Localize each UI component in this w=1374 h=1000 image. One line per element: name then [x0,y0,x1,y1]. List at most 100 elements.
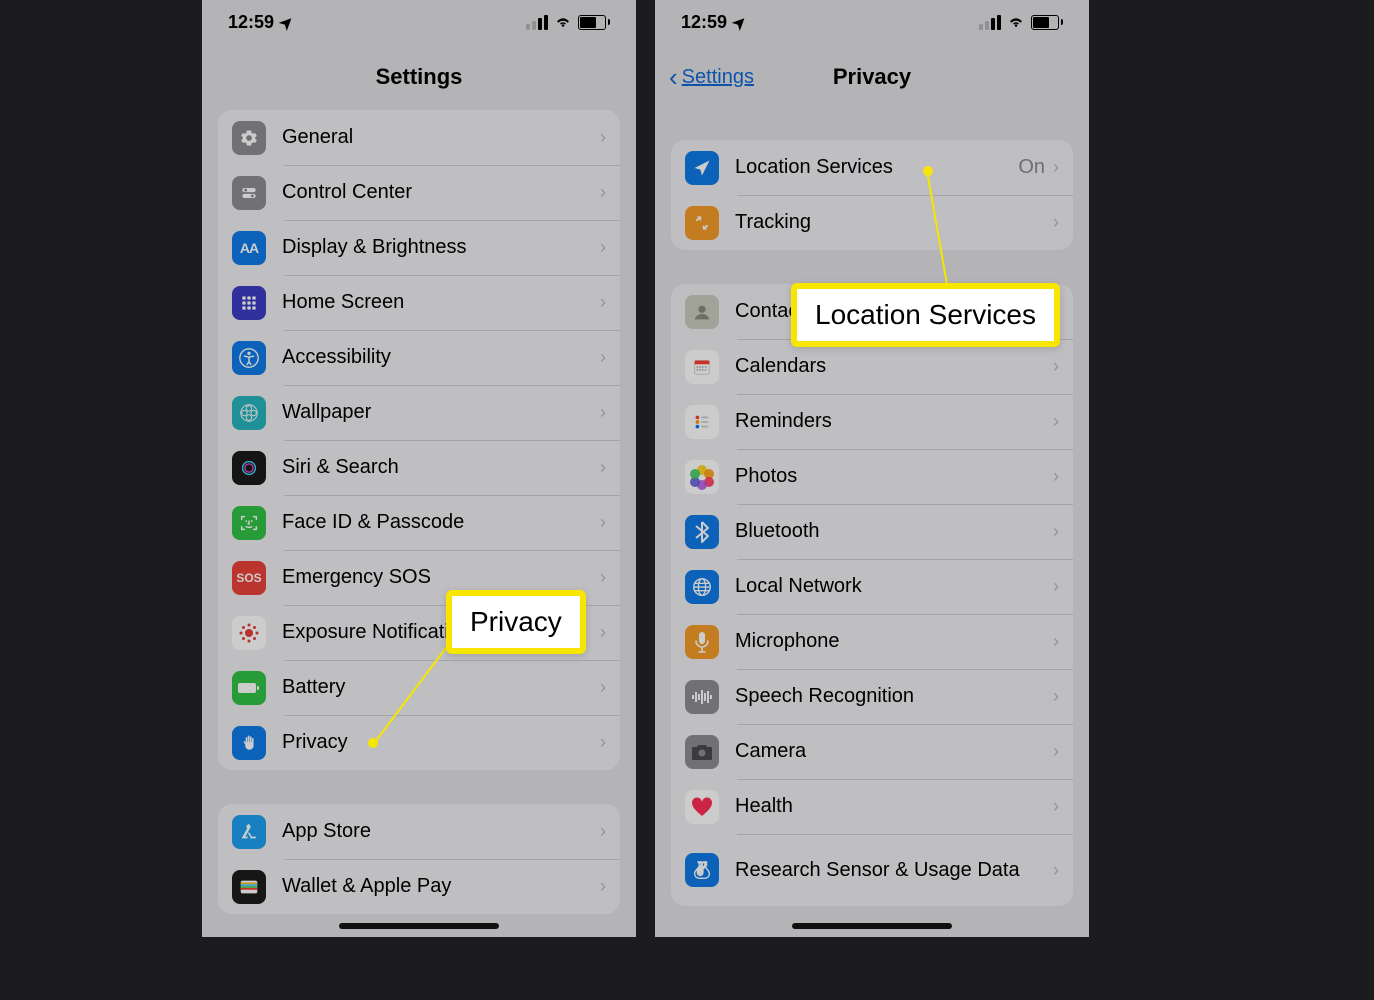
chevron-right-icon: › [600,292,606,313]
row-label: Face ID & Passcode [282,511,600,534]
row-label: Emergency SOS [282,566,600,589]
row-label: General [282,126,600,149]
row-label: Camera [735,740,1053,763]
row-label: Microphone [735,630,1053,653]
sos-icon: SOS [232,561,266,595]
chevron-right-icon: › [1053,301,1059,322]
row-sos[interactable]: SOS Emergency SOS› [218,550,620,605]
calendars-icon [685,350,719,384]
row-label: Bluetooth [735,520,1053,543]
row-home-screen[interactable]: Home Screen› [218,275,620,330]
row-general[interactable]: General› [218,110,620,165]
row-microphone[interactable]: Microphone› [671,614,1073,669]
row-label: Exposure Notifications [282,621,600,644]
page-title: Settings [376,64,463,90]
chevron-right-icon: › [600,567,606,588]
row-location-services[interactable]: Location ServicesOn› [671,140,1073,195]
home-indicator[interactable] [792,923,952,929]
row-label: Wallpaper [282,401,600,424]
row-wallpaper[interactable]: Wallpaper› [218,385,620,440]
row-accessibility[interactable]: Accessibility› [218,330,620,385]
row-battery[interactable]: Battery› [218,660,620,715]
row-label: Photos [735,465,1053,488]
row-calendars[interactable]: Calendars› [671,339,1073,394]
row-label: Privacy [282,731,600,754]
chevron-right-icon: › [600,347,606,368]
exposure-icon [232,616,266,650]
row-health[interactable]: Health› [671,779,1073,834]
wifi-icon [554,13,572,31]
chevron-right-icon: › [1053,521,1059,542]
chevron-right-icon: › [600,876,606,897]
row-wallet[interactable]: Wallet & Apple Pay› [218,859,620,914]
app-store-icon [232,815,266,849]
cellular-icon [526,15,548,30]
status-bar: 12:59 ➤ [202,0,636,44]
chevron-left-icon: ‹ [669,64,678,90]
row-label: Accessibility [282,346,600,369]
row-label: Local Network [735,575,1053,598]
row-label: Home Screen [282,291,600,314]
row-face-id[interactable]: Face ID & Passcode› [218,495,620,550]
status-left: 12:59 ➤ [228,12,293,33]
row-value: On [1018,156,1045,179]
status-right [526,13,610,31]
accessibility-icon [232,341,266,375]
privacy-list[interactable]: Location ServicesOn› Tracking› Contacts›… [655,110,1089,937]
settings-list[interactable]: General› Control Center› AADisplay & Bri… [202,110,636,937]
gear-icon [232,121,266,155]
chevron-right-icon: › [600,732,606,753]
chevron-right-icon: › [600,237,606,258]
row-speech[interactable]: Speech Recognition› [671,669,1073,724]
location-icon [685,151,719,185]
row-tracking[interactable]: Tracking› [671,195,1073,250]
row-app-store[interactable]: App Store› [218,804,620,859]
settings-group-2: App Store› Wallet & Apple Pay› [218,804,620,914]
home-screen-icon [232,286,266,320]
chevron-right-icon: › [1053,860,1059,881]
row-label: Contacts [735,300,1053,323]
row-label: Location Services [735,156,1018,179]
control-center-icon [232,176,266,210]
stage: 12:59 ➤ Settings General› Control Center… [0,0,1374,1000]
row-display[interactable]: AADisplay & Brightness› [218,220,620,275]
row-camera[interactable]: Camera› [671,724,1073,779]
row-contacts[interactable]: Contacts› [671,284,1073,339]
row-local-network[interactable]: Local Network› [671,559,1073,614]
row-control-center[interactable]: Control Center› [218,165,620,220]
reminders-icon [685,405,719,439]
cellular-icon [979,15,1001,30]
wallet-icon [232,870,266,904]
battery-icon [578,15,610,30]
row-research[interactable]: Research Sensor & Usage Data› [671,834,1073,906]
row-label: Display & Brightness [282,236,600,259]
row-label: Control Center [282,181,600,204]
health-icon [685,790,719,824]
chevron-right-icon: › [1053,741,1059,762]
status-bar: 12:59 ➤ [655,0,1089,44]
chevron-right-icon: › [1053,576,1059,597]
row-bluetooth[interactable]: Bluetooth› [671,504,1073,559]
row-photos[interactable]: Photos› [671,449,1073,504]
privacy-screen: 12:59 ➤ ‹ Settings Privacy Location Serv… [655,0,1089,937]
chevron-right-icon: › [600,127,606,148]
row-label: Speech Recognition [735,685,1053,708]
research-icon [685,853,719,887]
row-reminders[interactable]: Reminders› [671,394,1073,449]
row-siri[interactable]: Siri & Search› [218,440,620,495]
face-id-icon [232,506,266,540]
chevron-right-icon: › [600,622,606,643]
chevron-right-icon: › [600,512,606,533]
home-indicator[interactable] [339,923,499,929]
speech-icon [685,680,719,714]
row-exposure[interactable]: Exposure Notifications› [218,605,620,660]
chevron-right-icon: › [600,457,606,478]
camera-icon [685,735,719,769]
privacy-group-2: Contacts› Calendars› Reminders› Photos› … [671,284,1073,906]
back-button[interactable]: ‹ Settings [669,64,754,90]
row-label: Siri & Search [282,456,600,479]
back-label: Settings [682,66,754,89]
row-label: Health [735,795,1053,818]
nav-bar: Settings [202,44,636,110]
row-privacy[interactable]: Privacy› [218,715,620,770]
